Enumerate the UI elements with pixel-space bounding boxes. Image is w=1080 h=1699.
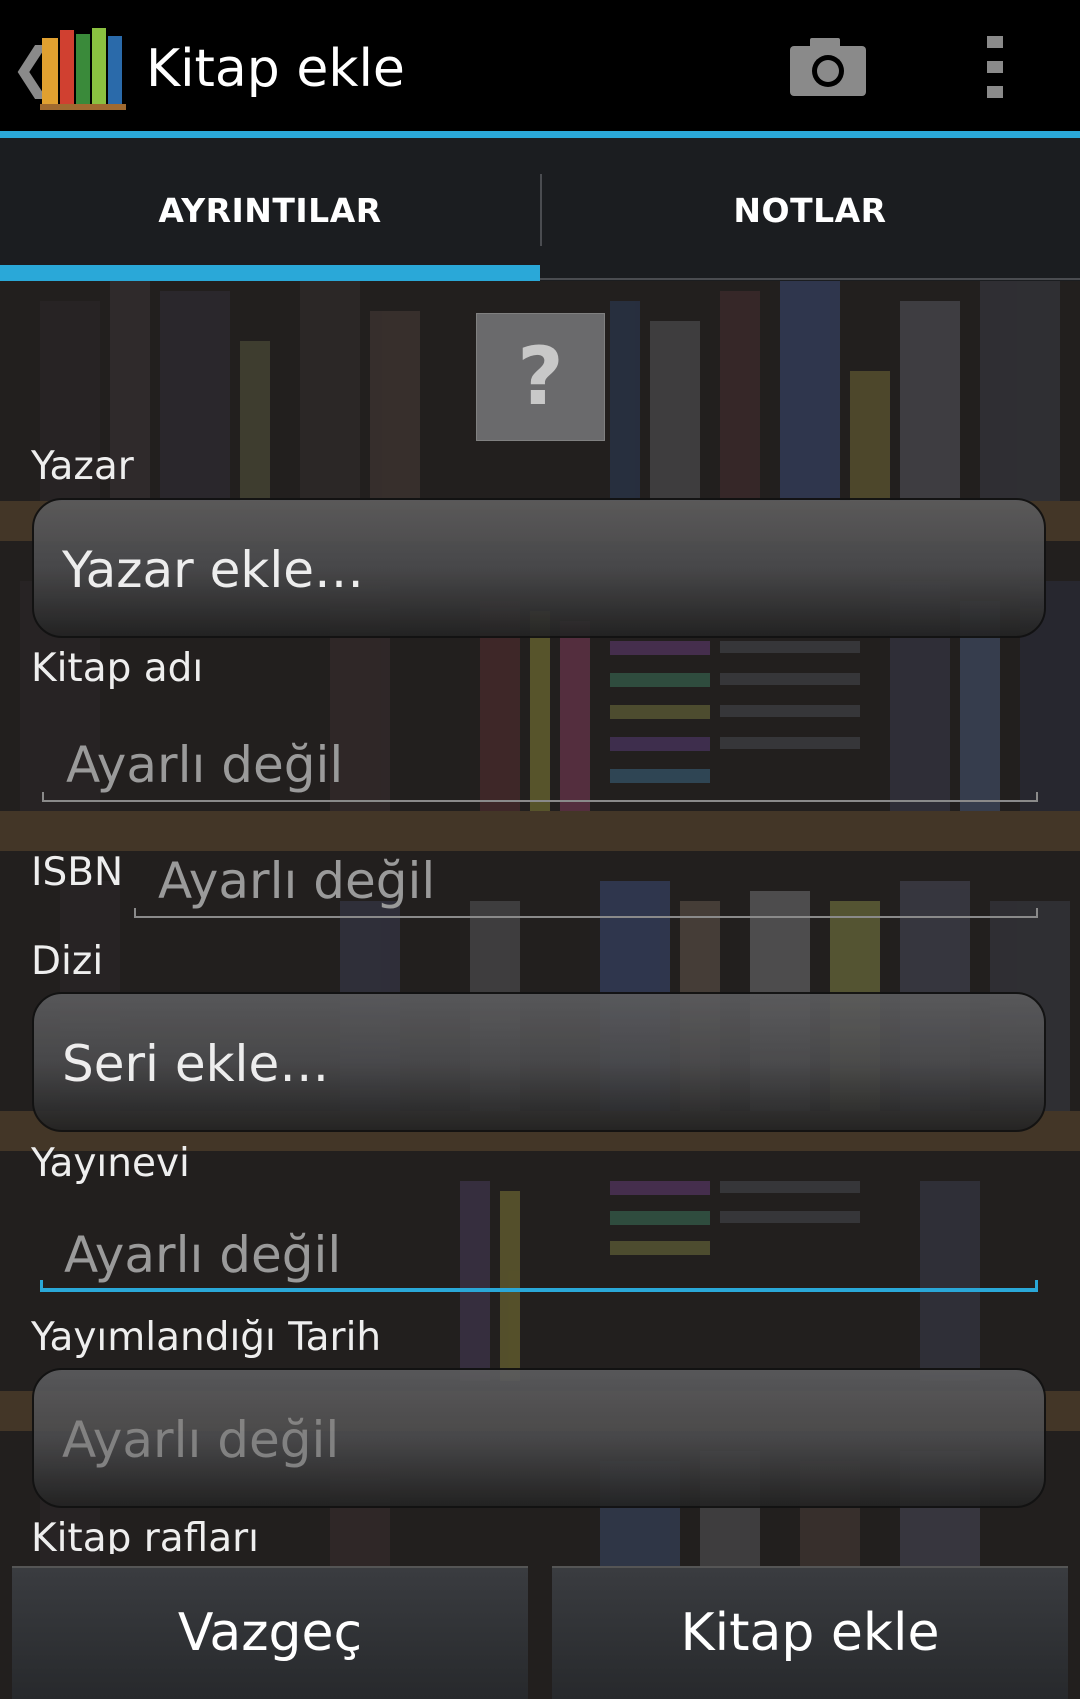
title-label: Kitap adı	[31, 646, 204, 691]
tab-selected-indicator	[0, 265, 540, 281]
isbn-input[interactable]: Ayarlı değil	[134, 848, 1038, 918]
author-button-text: Yazar ekle…	[62, 541, 365, 599]
title-underline-cap-right	[1036, 792, 1038, 802]
add-book-button[interactable]: Kitap ekle	[552, 1566, 1068, 1699]
publisher-underline-cap-left	[40, 1280, 43, 1292]
author-label: Yazar	[31, 444, 134, 489]
date-label: Yayımlandığı Tarih	[31, 1315, 382, 1360]
publisher-placeholder: Ayarlı değil	[64, 1226, 342, 1284]
series-label: Dizi	[31, 939, 104, 984]
tab-details[interactable]: AYRINTILAR	[0, 138, 540, 281]
cancel-button[interactable]: Vazgeç	[12, 1566, 528, 1699]
isbn-placeholder: Ayarlı değil	[158, 852, 436, 910]
isbn-underline-cap-left	[134, 908, 136, 918]
isbn-underline-cap-right	[1036, 908, 1038, 918]
bookshelves-label: Kitap rafları	[31, 1516, 260, 1554]
publisher-underline-focused	[40, 1288, 1038, 1292]
title-underline	[42, 800, 1038, 802]
isbn-label: ISBN	[31, 850, 124, 895]
publisher-input[interactable]: Ayarlı değil	[40, 1222, 1038, 1292]
overflow-menu-icon[interactable]	[980, 34, 1010, 100]
title-underline-cap-left	[42, 792, 44, 802]
author-button[interactable]: Yazar ekle…	[32, 498, 1046, 638]
publisher-label: Yayınevi	[31, 1141, 190, 1186]
publisher-underline-cap-right	[1035, 1280, 1038, 1292]
bottom-button-bar: Vazgeç Kitap ekle	[0, 1566, 1080, 1699]
app-bookshelf-icon[interactable]	[40, 24, 126, 110]
book-cover-thumbnail[interactable]: ?	[476, 313, 605, 441]
unknown-cover-icon: ?	[517, 330, 564, 423]
date-button[interactable]: Ayarlı değil	[32, 1368, 1046, 1508]
series-button[interactable]: Seri ekle…	[32, 992, 1046, 1132]
tab-bar: AYRINTILAR NOTLAR	[0, 138, 1080, 281]
actionbar-accent-line	[0, 131, 1080, 138]
camera-icon[interactable]	[790, 36, 866, 96]
tab-bottom-line	[540, 278, 1080, 280]
series-button-text: Seri ekle…	[62, 1035, 330, 1093]
title-input[interactable]: Ayarlı değil	[42, 732, 1038, 802]
tab-notes[interactable]: NOTLAR	[540, 138, 1080, 281]
date-placeholder: Ayarlı değil	[62, 1411, 340, 1469]
action-bar: ❮ Kitap ekle	[0, 0, 1080, 133]
title-placeholder: Ayarlı değil	[66, 736, 344, 794]
isbn-underline	[134, 916, 1038, 918]
page-title: Kitap ekle	[146, 39, 405, 99]
